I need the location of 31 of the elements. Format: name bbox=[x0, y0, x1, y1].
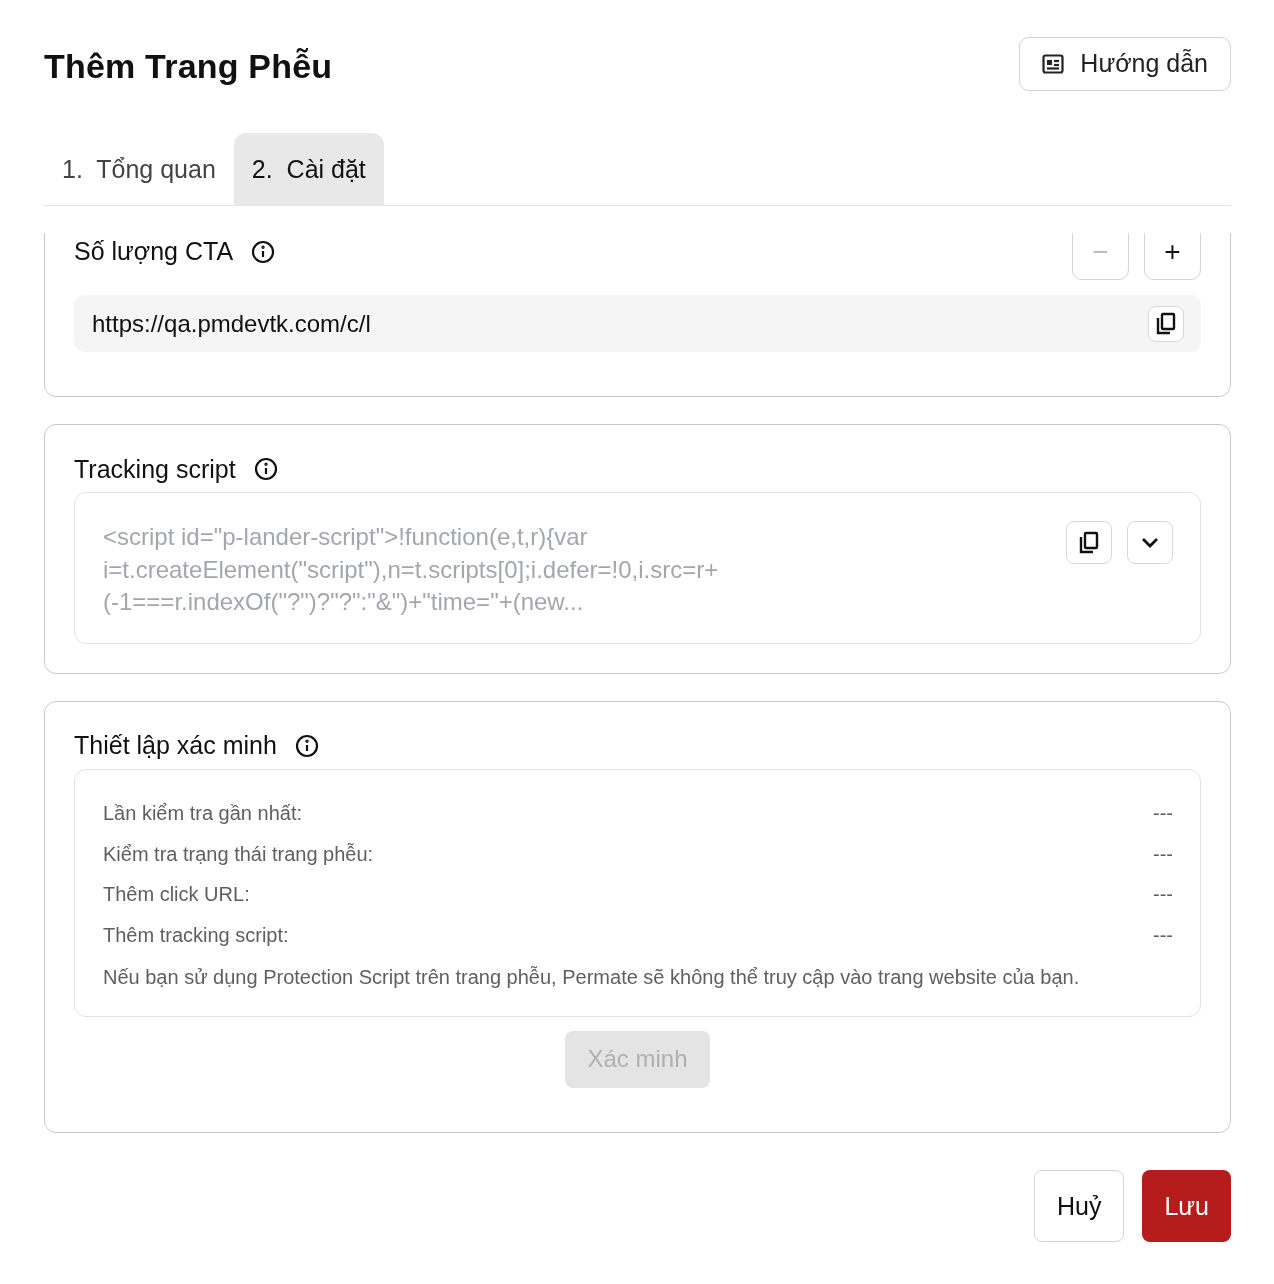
tab[interactable]: 2. Cài đặt bbox=[233, 133, 384, 205]
check-value: --- bbox=[1153, 842, 1173, 866]
chevron-down-icon bbox=[1141, 536, 1159, 549]
cancel-button[interactable]: Huỷ bbox=[1034, 1170, 1125, 1242]
check-label: Lần kiểm tra gần nhất: bbox=[103, 802, 302, 826]
copy-icon bbox=[1155, 311, 1177, 336]
check-label: Thêm click URL: bbox=[103, 883, 250, 907]
check-value: --- bbox=[1153, 802, 1173, 826]
section-title: Thiết lập xác minh bbox=[74, 731, 277, 760]
check-label: Thêm tracking script: bbox=[103, 923, 289, 947]
document-icon bbox=[1042, 53, 1065, 74]
save-button[interactable]: Lưu bbox=[1142, 1170, 1231, 1242]
info-icon[interactable] bbox=[294, 733, 319, 758]
copy-button[interactable] bbox=[1148, 305, 1184, 342]
copy-button[interactable] bbox=[1066, 521, 1112, 564]
increment-button[interactable]: + bbox=[1144, 233, 1201, 280]
tab[interactable]: 1. Tổng quan bbox=[44, 133, 234, 205]
info-icon[interactable] bbox=[253, 457, 278, 481]
page-title: Thêm Trang Phễu bbox=[44, 47, 333, 86]
check-value: --- bbox=[1153, 883, 1173, 907]
expand-button[interactable] bbox=[1127, 521, 1173, 564]
info-icon[interactable] bbox=[251, 239, 276, 264]
check-value: --- bbox=[1153, 923, 1173, 947]
section-title: Tracking script bbox=[74, 454, 236, 484]
script-code: <script id="p-lander-script">!function(e,t,r){var i=t.createElement("script"),n=t.scripts[0];i.defer=!0,i.src=r+ (-1===r.indexOf("?")?"?":"&")+"time="+(new... bbox=[103, 522, 719, 617]
note-text: Nếu bạn sử dụng Protection Script trên trang phễu, Permate sẽ không thể truy cập vào trang website của bạn. bbox=[103, 964, 1081, 990]
section-title: Số lượng CTA bbox=[74, 237, 234, 266]
check-label: Kiểm tra trạng thái trang phễu: bbox=[103, 842, 374, 866]
copy-icon bbox=[1078, 530, 1100, 555]
guide-button[interactable]: Hướng dẫn bbox=[1019, 36, 1231, 91]
url-field[interactable]: https://qa.pmdevtk.com/c/l bbox=[74, 295, 1201, 352]
